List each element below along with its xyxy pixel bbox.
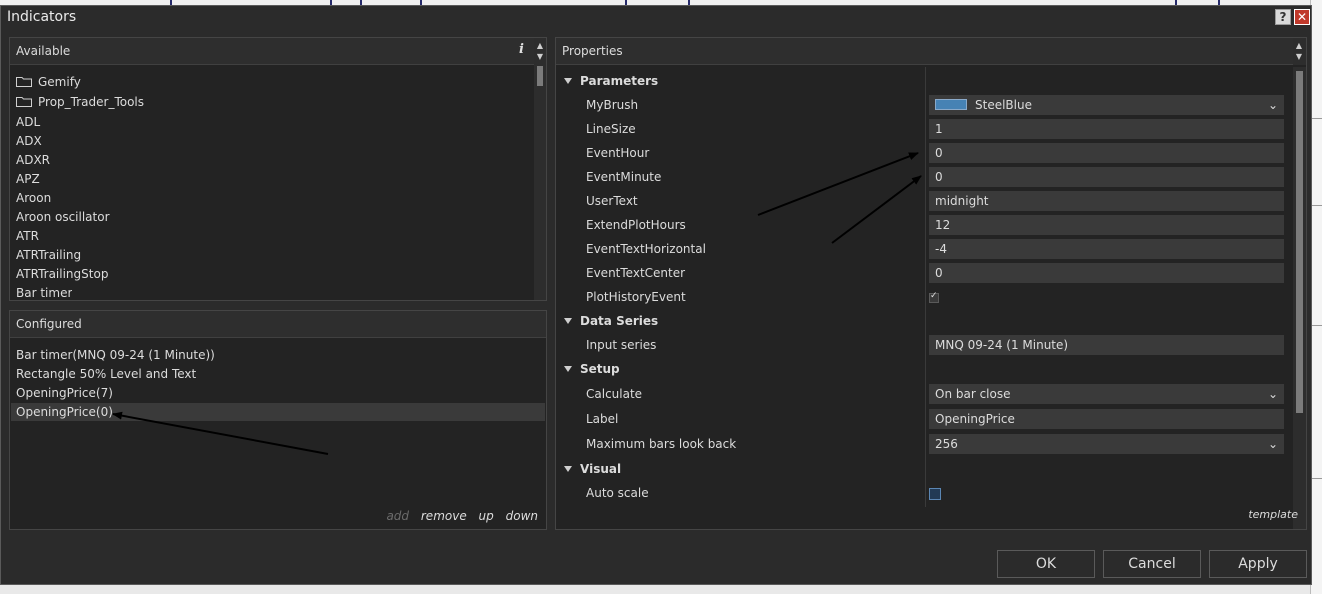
list-item[interactable]: Bar timer	[16, 286, 72, 298]
eventhour-input[interactable]: 0	[929, 143, 1284, 163]
available-scrollbar[interactable]: ▲ ▼	[534, 38, 546, 300]
property-name: Calculate	[586, 387, 643, 401]
list-item[interactable]: Aroon	[16, 191, 51, 205]
available-panel: Available ⅰ ▲ ▼ Gemify Prop_Trader_Tools…	[9, 37, 547, 301]
category-setup[interactable]: Setup	[564, 362, 620, 376]
properties-title: Properties	[562, 44, 623, 58]
list-item[interactable]: APZ	[16, 172, 40, 186]
linesize-input[interactable]: 1	[929, 119, 1284, 139]
property-name: Label	[586, 412, 619, 426]
property-name: EventHour	[586, 146, 650, 160]
category-visual[interactable]: Visual	[564, 462, 621, 476]
indicators-dialog: Indicators ? ✕ Available ⅰ ▲ ▼ Gemify Pr…	[0, 5, 1312, 585]
dialog-title: Indicators	[7, 9, 77, 25]
cancel-button[interactable]: Cancel	[1103, 550, 1201, 578]
category-parameters[interactable]: Parameters	[564, 74, 658, 88]
scroll-down-icon[interactable]: ▼	[535, 52, 545, 62]
eventtexthorizontal-input[interactable]: -4	[929, 239, 1284, 259]
input-series-field[interactable]: MNQ 09-24 (1 Minute)	[929, 335, 1284, 355]
plothistoryevent-checkbox[interactable]: ✓	[929, 291, 939, 303]
collapse-arrow-icon[interactable]	[564, 366, 572, 372]
title-bar[interactable]: Indicators ? ✕	[1, 6, 1311, 28]
scroll-up-icon[interactable]: ▲	[1294, 41, 1304, 51]
max-bars-dropdown[interactable]: 256 ⌄	[929, 434, 1284, 454]
auto-scale-checkbox[interactable]	[929, 488, 941, 500]
eventminute-input[interactable]: 0	[929, 167, 1284, 187]
property-name: ExtendPlotHours	[586, 218, 686, 232]
property-name: PlotHistoryEvent	[586, 290, 686, 304]
property-name: EventTextHorizontal	[586, 242, 706, 256]
up-button[interactable]: up	[479, 509, 494, 523]
property-name: UserText	[586, 194, 638, 208]
list-item[interactable]: ATRTrailing	[16, 248, 81, 262]
down-button[interactable]: down	[506, 509, 538, 523]
ok-button[interactable]: OK	[997, 550, 1095, 578]
chevron-down-icon[interactable]: ⌄	[1268, 434, 1278, 454]
color-swatch	[935, 99, 967, 110]
property-name: MyBrush	[586, 98, 639, 112]
configured-header: Configured	[10, 311, 546, 338]
property-name: Auto scale	[586, 486, 649, 500]
usertext-input[interactable]: midnight	[929, 191, 1284, 211]
eventtextcenter-input[interactable]: 0	[929, 263, 1284, 283]
mybrush-dropdown[interactable]: SteelBlue ⌄	[929, 95, 1284, 115]
scroll-thumb[interactable]	[1296, 71, 1303, 413]
available-title: Available	[16, 44, 71, 58]
folder-icon	[16, 97, 32, 107]
list-item[interactable]: ADXR	[16, 153, 50, 167]
template-link[interactable]: template	[1248, 508, 1298, 521]
configured-item[interactable]: Bar timer(MNQ 09-24 (1 Minute))	[16, 348, 215, 362]
collapse-arrow-icon[interactable]	[564, 466, 572, 472]
list-item[interactable]: ADX	[16, 134, 42, 148]
extendplothours-input[interactable]: 12	[929, 215, 1284, 235]
list-item[interactable]: ATRTrailingStop	[16, 267, 108, 281]
list-item-folder[interactable]: Prop_Trader_Tools	[16, 95, 144, 109]
property-name: EventTextCenter	[586, 266, 686, 280]
scroll-down-icon[interactable]: ▼	[1294, 52, 1304, 62]
list-item-folder[interactable]: Gemify	[16, 75, 81, 89]
apply-button[interactable]: Apply	[1209, 550, 1307, 578]
configured-item[interactable]: Rectangle 50% Level and Text	[16, 367, 196, 381]
property-name: Input series	[586, 338, 657, 352]
list-item[interactable]: ATR	[16, 229, 39, 243]
label-input[interactable]: OpeningPrice	[929, 409, 1284, 429]
help-icon[interactable]: ?	[1275, 9, 1291, 25]
configured-item-selected[interactable]: OpeningPrice(0)	[16, 405, 113, 419]
checkmark-icon: ✓	[930, 291, 938, 301]
properties-panel: Properties ▲ ▼ Parameters MyBrush SteelB…	[555, 37, 1307, 530]
add-button[interactable]: add	[386, 509, 409, 523]
configured-title: Configured	[16, 317, 82, 331]
scroll-thumb[interactable]	[537, 66, 543, 86]
property-name: EventMinute	[586, 170, 662, 184]
close-icon[interactable]: ✕	[1294, 9, 1310, 25]
properties-header: Properties	[556, 38, 1306, 65]
calculate-dropdown[interactable]: On bar close ⌄	[929, 384, 1284, 404]
property-name: Maximum bars look back	[586, 437, 737, 451]
info-icon[interactable]: ⅰ	[519, 42, 524, 57]
scroll-up-icon[interactable]: ▲	[535, 41, 545, 51]
folder-icon	[16, 77, 32, 87]
chevron-down-icon[interactable]: ⌄	[1268, 384, 1278, 404]
property-grid-divider	[925, 67, 926, 507]
properties-header-scroll[interactable]: ▲ ▼	[1293, 38, 1306, 65]
category-data-series[interactable]: Data Series	[564, 314, 658, 328]
list-item[interactable]: Aroon oscillator	[16, 210, 110, 224]
configured-panel: Configured Bar timer(MNQ 09-24 (1 Minute…	[9, 310, 547, 530]
remove-button[interactable]: remove	[421, 509, 467, 523]
chevron-down-icon[interactable]: ⌄	[1268, 95, 1278, 115]
configured-actions: add remove up down	[378, 509, 538, 523]
available-header: Available ⅰ	[10, 38, 546, 65]
properties-scrollbar[interactable]	[1293, 67, 1306, 529]
collapse-arrow-icon[interactable]	[564, 318, 572, 324]
property-name: LineSize	[586, 122, 636, 136]
list-item[interactable]: ADL	[16, 115, 40, 129]
configured-item[interactable]: OpeningPrice(7)	[16, 386, 113, 400]
collapse-arrow-icon[interactable]	[564, 78, 572, 84]
